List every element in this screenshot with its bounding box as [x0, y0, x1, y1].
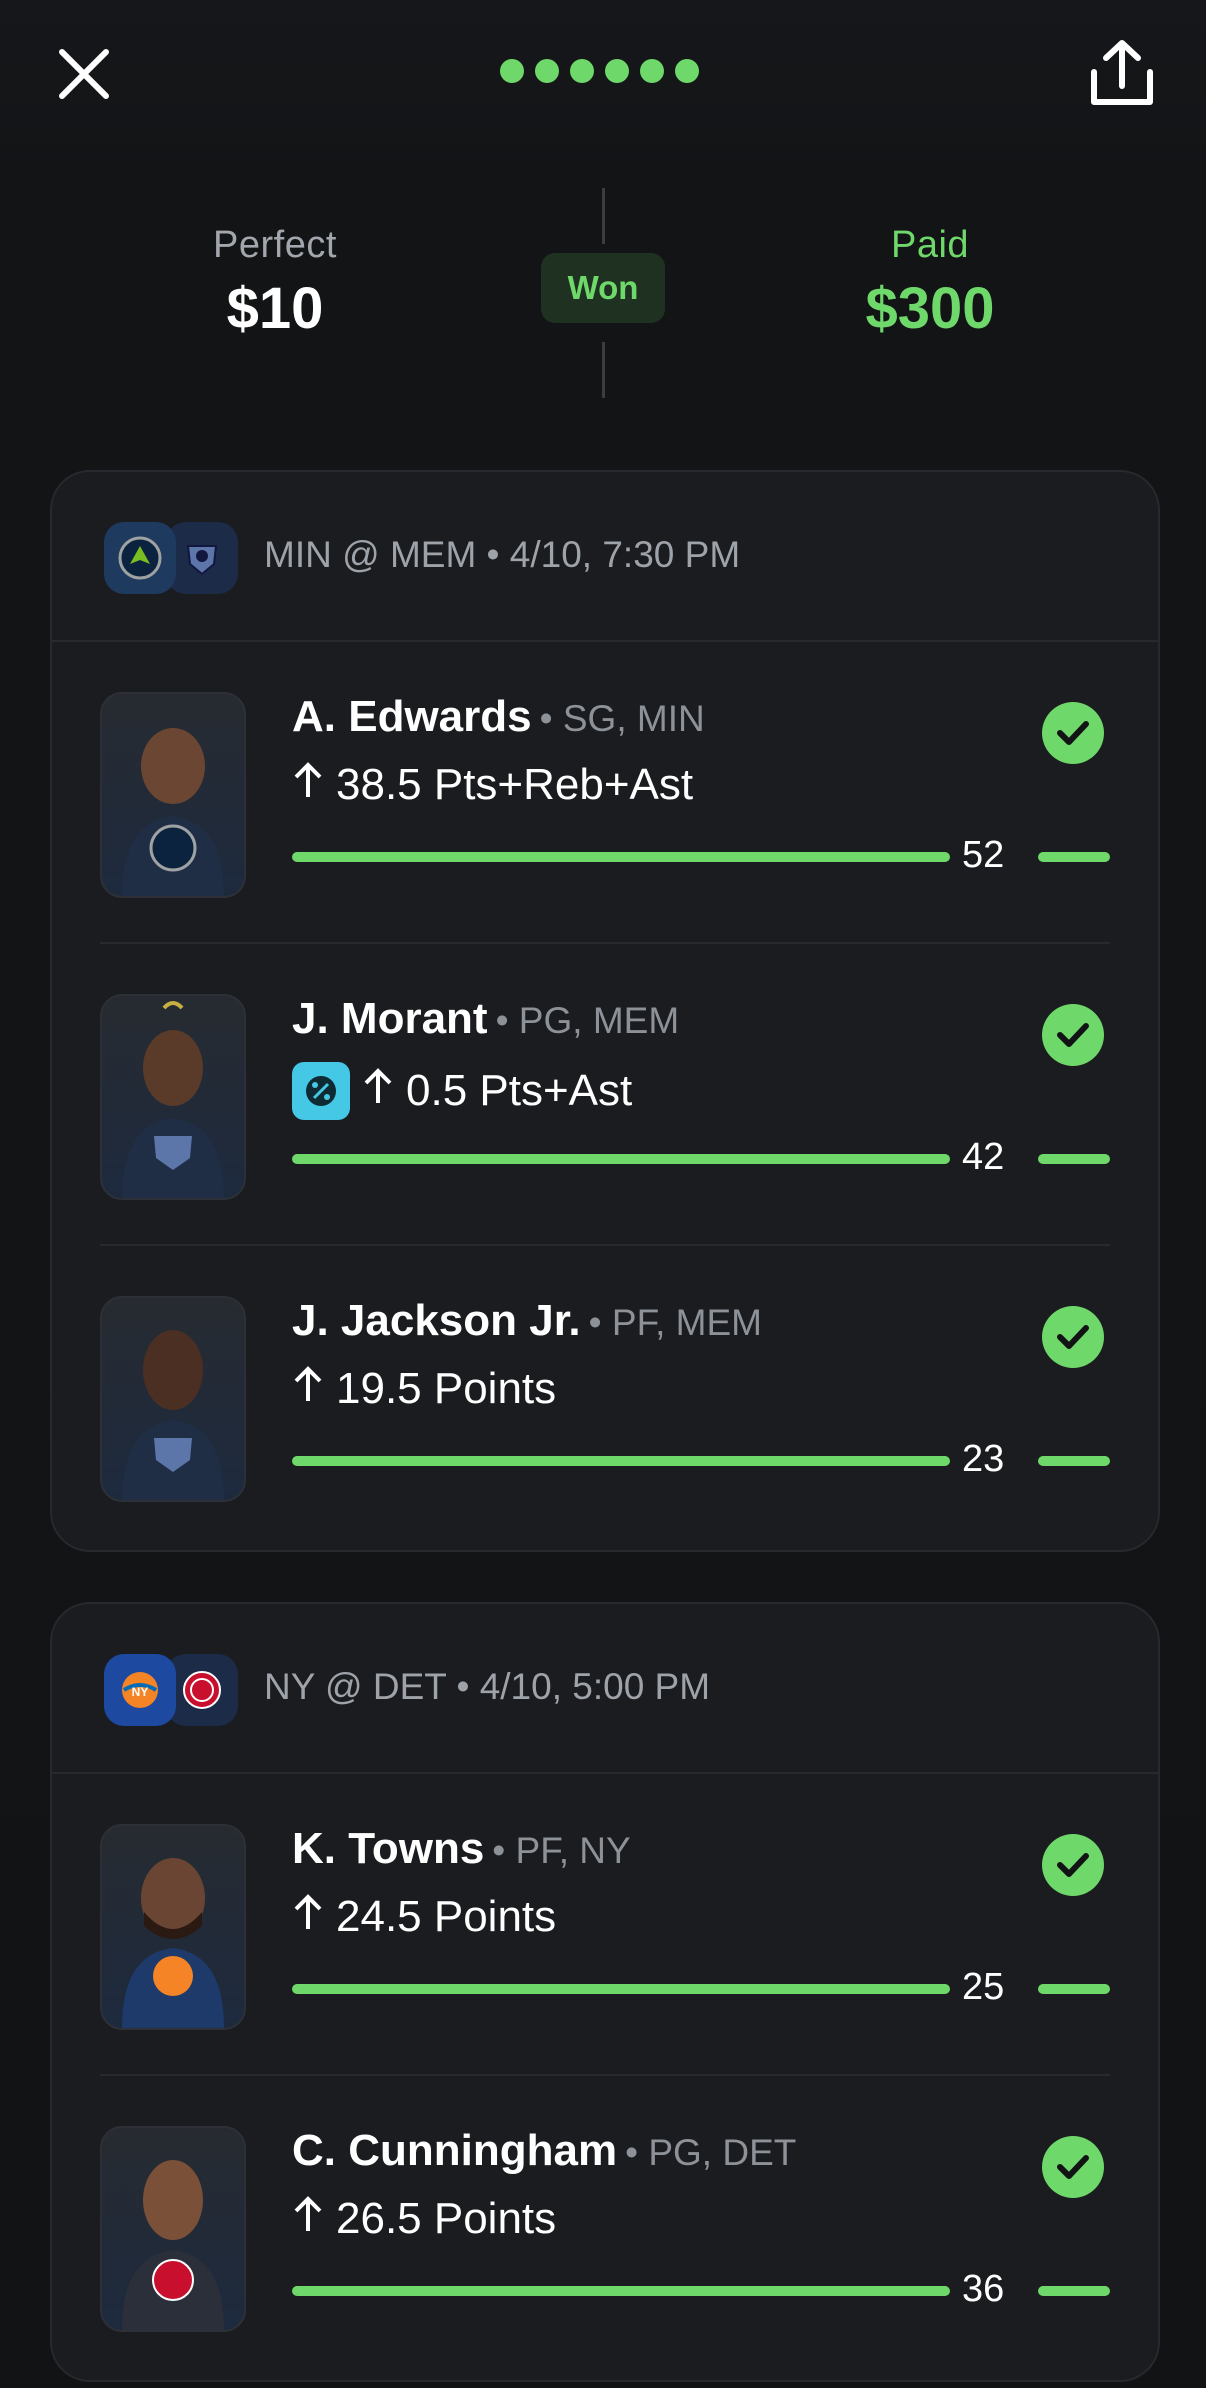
progress-bar-tail — [1038, 1154, 1110, 1164]
check-icon — [1042, 1004, 1104, 1066]
player-name-line: A. Edwards • SG, MIN — [292, 692, 705, 742]
check-icon — [1042, 1306, 1104, 1368]
prop-line: 0.5 Pts+Ast — [292, 1062, 632, 1120]
progress-dots — [500, 59, 699, 83]
prop-line: 38.5 Pts+Reb+Ast — [292, 760, 693, 810]
player-headshot — [100, 692, 246, 898]
progress-bar — [292, 1154, 950, 1164]
game-info: NY @ DET • 4/10, 5:00 PM — [264, 1666, 711, 1707]
status-badge: Won — [541, 253, 665, 323]
arrow-up-icon — [292, 760, 324, 810]
prop-line: 26.5 Points — [292, 2194, 556, 2244]
player-headshot — [100, 2126, 246, 2332]
payout: Paid $300 — [780, 180, 1080, 342]
entry-summary: Perfect $10 Won Paid $300 — [0, 180, 1206, 410]
progress-bar — [292, 1984, 950, 1994]
prop-line: 24.5 Points — [292, 1892, 556, 1942]
progress-bar-tail — [1038, 1456, 1110, 1466]
pick-row[interactable]: A. Edwards • SG, MIN 38.5 Pts+Reb+Ast 52 — [52, 642, 1158, 944]
team-logos — [104, 522, 244, 596]
prop-text: 0.5 Pts+Ast — [406, 1066, 633, 1115]
check-icon — [1042, 1834, 1104, 1896]
share-button[interactable] — [1090, 38, 1154, 108]
player-headshot — [100, 1296, 246, 1502]
progress-dot — [675, 59, 699, 83]
player-headshot — [100, 994, 246, 1200]
progress-bar — [292, 2286, 950, 2296]
progress-bar-tail — [1038, 1984, 1110, 1994]
player-position: • PG, DET — [625, 2132, 797, 2173]
top-bar — [0, 0, 1206, 150]
actual-stat: 25 — [962, 1966, 1005, 2008]
close-icon — [59, 49, 109, 99]
actual-stat: 36 — [962, 2268, 1005, 2310]
player-position: • PF, MEM — [588, 1302, 762, 1343]
actual-stat: 42 — [962, 1136, 1005, 1178]
game-card: MIN @ MEM • 4/10, 7:30 PM A. Edwards • SG… — [50, 470, 1160, 1552]
player-name-line: K. Towns • PF, NY — [292, 1824, 631, 1874]
progress-bar-tail — [1038, 2286, 1110, 2296]
prop-text: 19.5 Points — [336, 1364, 557, 1413]
prop-text: 24.5 Points — [336, 1892, 557, 1941]
progress-dot — [605, 59, 629, 83]
pick-row[interactable]: C. Cunningham • PG, DET 26.5 Points 36 — [52, 2076, 1158, 2378]
player-name-line: J. Jackson Jr. • PF, MEM — [292, 1296, 762, 1346]
progress-dot — [640, 59, 664, 83]
progress-bar — [292, 1456, 950, 1466]
check-icon — [1042, 702, 1104, 764]
actual-stat: 52 — [962, 834, 1005, 876]
player-position: • SG, MIN — [539, 698, 705, 739]
arrow-up-icon — [362, 1066, 394, 1116]
share-icon — [1091, 40, 1153, 105]
progress-dot — [500, 59, 524, 83]
entry-type: Perfect $10 — [125, 180, 425, 342]
pistons-logo-icon — [166, 1654, 238, 1726]
knicks-logo-icon: NY — [104, 1654, 176, 1726]
pick-row[interactable]: J. Morant • PG, MEM 0.5 Pts+Ast 42 — [52, 944, 1158, 1246]
prop-text: 26.5 Points — [336, 2194, 557, 2243]
player-name-line: J. Morant • PG, MEM — [292, 994, 679, 1044]
progress-bar-tail — [1038, 852, 1110, 862]
pick-row[interactable]: J. Jackson Jr. • PF, MEM 19.5 Points 23 — [52, 1246, 1158, 1548]
player-name: C. Cunningham — [292, 2126, 618, 2175]
game-header: MIN @ MEM • 4/10, 7:30 PM — [52, 472, 1158, 642]
game-header: NY NY @ DET • 4/10, 5:00 PM — [52, 1604, 1158, 1774]
discount-badge-icon — [292, 1062, 350, 1120]
pick-row[interactable]: K. Towns • PF, NY 24.5 Points 25 — [52, 1774, 1158, 2076]
prop-text: 38.5 Pts+Reb+Ast — [336, 760, 694, 809]
svg-text:NY: NY — [132, 1685, 149, 1699]
player-name-line: C. Cunningham • PG, DET — [292, 2126, 796, 2176]
player-position: • PG, MEM — [495, 1000, 680, 1041]
entry-amount: $10 — [226, 276, 324, 341]
player-name: J. Morant — [292, 994, 488, 1043]
entry-type-label: Perfect — [213, 224, 337, 266]
player-name: J. Jackson Jr. — [292, 1296, 581, 1345]
divider-top — [602, 188, 605, 244]
arrow-up-icon — [292, 2194, 324, 2244]
player-headshot — [100, 1824, 246, 2030]
progress-bar — [292, 852, 950, 862]
progress-dot — [535, 59, 559, 83]
prop-line: 19.5 Points — [292, 1364, 556, 1414]
player-position: • PF, NY — [492, 1830, 631, 1871]
progress-dot — [570, 59, 594, 83]
payout-amount: $300 — [865, 276, 995, 341]
grizzlies-logo-icon — [166, 522, 238, 594]
game-info: MIN @ MEM • 4/10, 7:30 PM — [264, 534, 741, 575]
team-logos: NY — [104, 1654, 244, 1728]
check-icon — [1042, 2136, 1104, 2198]
player-name: A. Edwards — [292, 692, 532, 741]
game-card: NY NY @ DET • 4/10, 5:00 PM K. Towns • PF… — [50, 1602, 1160, 2382]
close-button[interactable] — [54, 44, 114, 104]
arrow-up-icon — [292, 1364, 324, 1414]
timberwolves-logo-icon — [104, 522, 176, 594]
divider-bottom — [602, 342, 605, 398]
payout-label: Paid — [890, 224, 970, 266]
actual-stat: 23 — [962, 1438, 1005, 1480]
arrow-up-icon — [292, 1892, 324, 1942]
player-name: K. Towns — [292, 1824, 485, 1873]
